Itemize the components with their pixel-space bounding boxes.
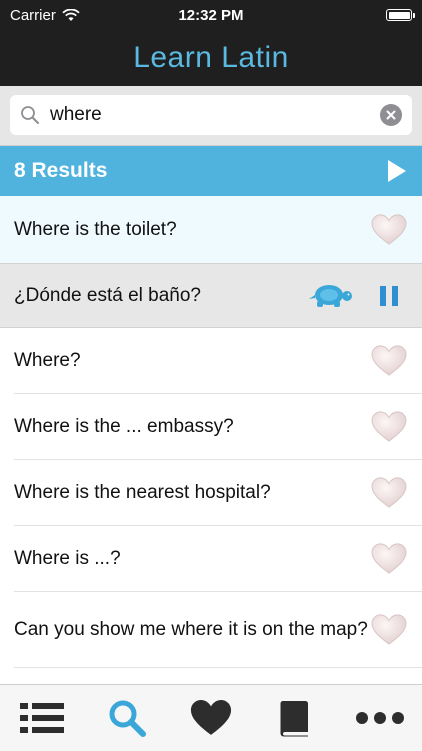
tab-book[interactable]: [265, 693, 325, 743]
carrier-label: Carrier: [10, 6, 56, 24]
clear-search-button[interactable]: [380, 104, 402, 126]
list-item[interactable]: Where is the toilet?: [0, 196, 422, 263]
tab-favorites[interactable]: [181, 693, 241, 743]
results-list: Where is the toilet? ¿Dónde está el baño…: [0, 196, 422, 684]
app-title: Learn Latin: [133, 41, 289, 74]
carrier-group: Carrier: [10, 7, 160, 24]
close-icon: [386, 110, 396, 120]
list-item[interactable]: Where?: [0, 328, 422, 394]
list-item[interactable]: Can you show me where it is on the map?: [0, 592, 422, 668]
tab-bar: [0, 684, 422, 751]
wifi-icon: [62, 8, 80, 21]
status-time: 12:32 PM: [178, 6, 244, 24]
search-query-text[interactable]: where: [50, 104, 380, 126]
favorite-heart-icon[interactable]: [370, 542, 408, 576]
list-item-partial: [0, 668, 422, 684]
translation-text: ¿Dónde está el baño?: [14, 284, 201, 306]
pause-icon[interactable]: [378, 284, 400, 308]
search-input[interactable]: where: [10, 95, 412, 135]
phrase-text: Where is ...?: [14, 548, 121, 569]
favorite-heart-icon[interactable]: [370, 613, 408, 647]
turtle-slow-play-icon[interactable]: [308, 283, 354, 309]
favorite-heart-icon[interactable]: [370, 344, 408, 378]
favorite-heart-icon[interactable]: [370, 476, 408, 510]
tab-search[interactable]: [97, 693, 157, 743]
battery-group: [262, 9, 415, 21]
book-icon: [280, 701, 309, 737]
favorite-heart-icon[interactable]: [370, 410, 408, 444]
tab-phrase-list[interactable]: [12, 693, 72, 743]
results-header: 8 Results: [0, 146, 422, 196]
navigation-bar: Learn Latin: [0, 30, 422, 86]
list-item[interactable]: Where is the nearest hospital?: [0, 460, 422, 526]
more-icon: [355, 712, 404, 724]
phrase-text: Where is the ... embassy?: [14, 416, 234, 437]
list-item[interactable]: Where is ...?: [0, 526, 422, 592]
phrase-text: Where is the toilet?: [14, 218, 177, 240]
list-icon: [20, 703, 65, 733]
translation-row[interactable]: ¿Dónde está el baño?: [0, 263, 422, 328]
battery-icon: [386, 9, 415, 21]
tab-more[interactable]: [350, 693, 410, 743]
phrase-text: Where?: [14, 350, 81, 371]
play-all-button[interactable]: [386, 158, 408, 184]
search-icon: [109, 700, 146, 737]
status-bar: Carrier 12:32 PM: [0, 0, 422, 30]
results-count: 8 Results: [14, 159, 108, 182]
search-icon: [21, 106, 39, 124]
heart-icon: [190, 700, 232, 735]
search-bar: where: [0, 86, 422, 146]
favorite-heart-icon[interactable]: [370, 213, 408, 247]
phrase-text: Can you show me where it is on the map?: [14, 619, 368, 640]
phrase-text: Where is the nearest hospital?: [14, 482, 271, 503]
list-item[interactable]: Where is the ... embassy?: [0, 394, 422, 460]
